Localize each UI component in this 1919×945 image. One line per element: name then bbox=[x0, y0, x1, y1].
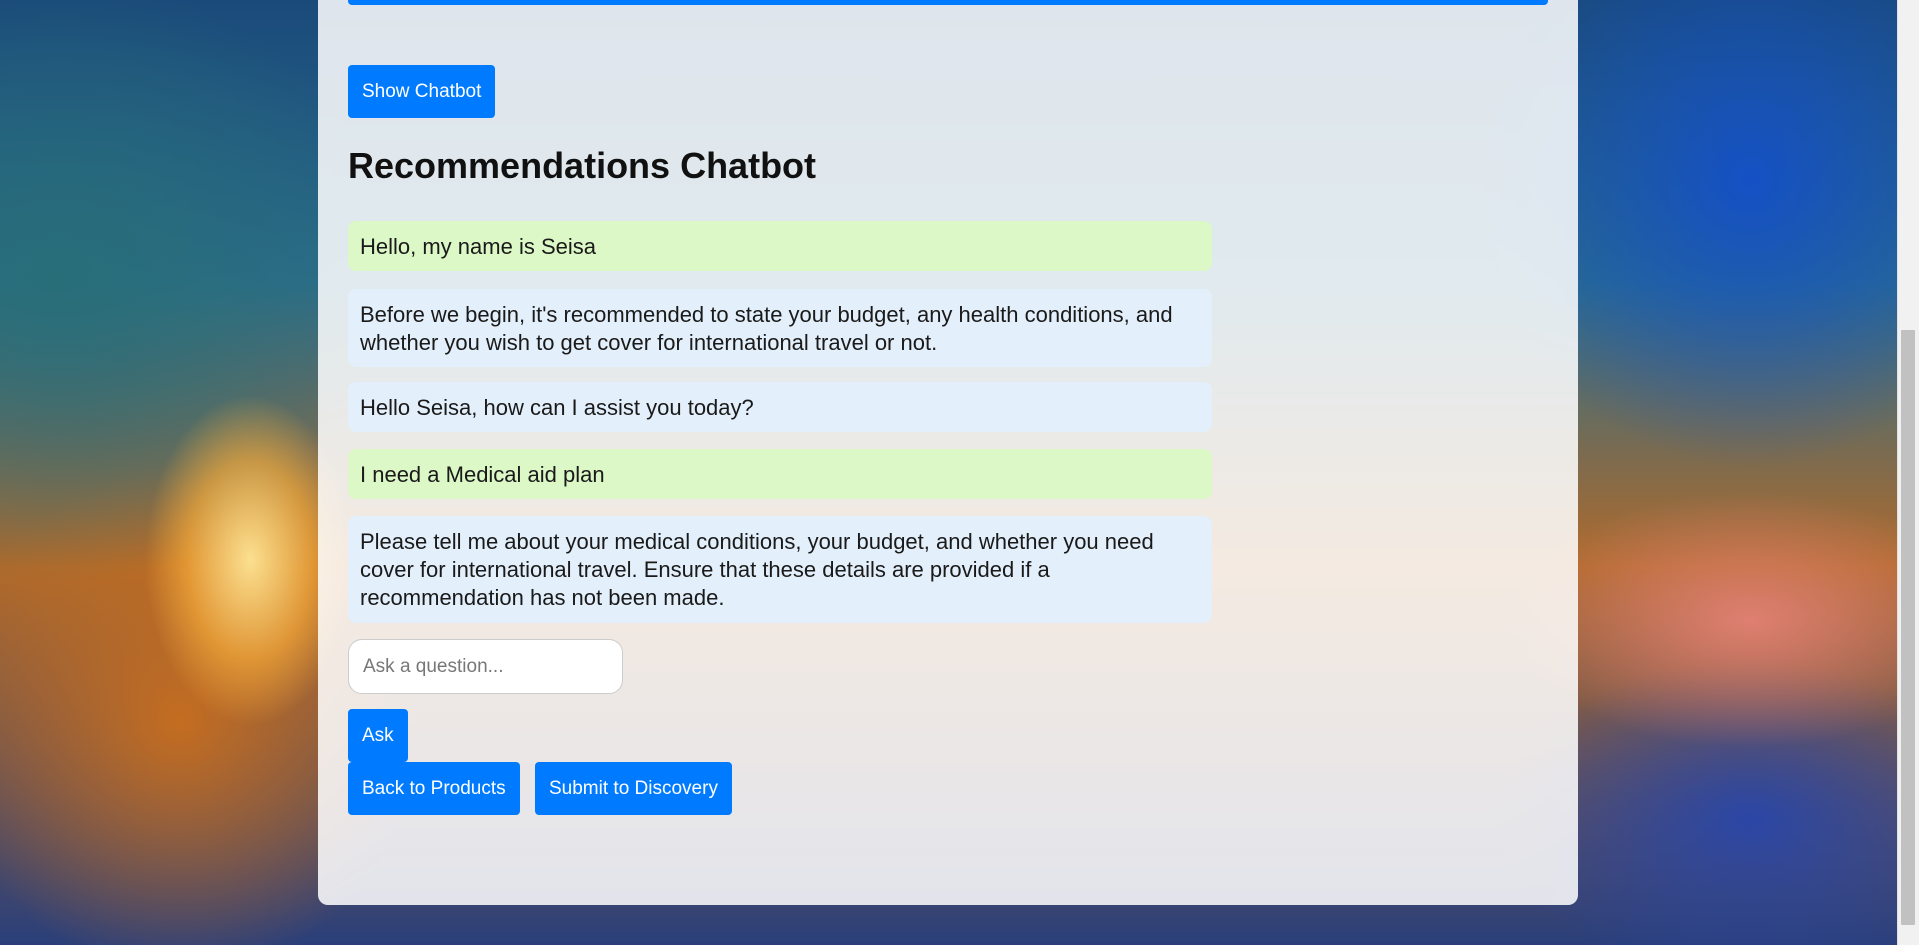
ask-button[interactable]: Ask bbox=[348, 709, 408, 762]
show-chatbot-button[interactable]: Show Chatbot bbox=[348, 65, 496, 118]
top-accent-bar bbox=[348, 0, 1548, 5]
back-to-products-button[interactable]: Back to Products bbox=[348, 762, 520, 815]
chat-message-user: I need a Medical aid plan bbox=[348, 449, 1212, 499]
chat-message-user: Hello, my name is Seisa bbox=[348, 221, 1212, 271]
chat-message-bot: Hello Seisa, how can I assist you today? bbox=[348, 382, 1212, 432]
page-title: Recommendations Chatbot bbox=[348, 145, 817, 186]
question-input[interactable] bbox=[348, 639, 623, 694]
chatbot-panel: Show Chatbot Recommendations Chatbot Hel… bbox=[318, 0, 1578, 905]
scrollbar-thumb[interactable] bbox=[1901, 330, 1915, 925]
chat-message-bot: Before we begin, it's recommended to sta… bbox=[348, 289, 1212, 367]
submit-to-discovery-button[interactable]: Submit to Discovery bbox=[535, 762, 732, 815]
chat-message-bot: Please tell me about your medical condit… bbox=[348, 516, 1212, 623]
page-scrollbar[interactable] bbox=[1897, 0, 1919, 945]
